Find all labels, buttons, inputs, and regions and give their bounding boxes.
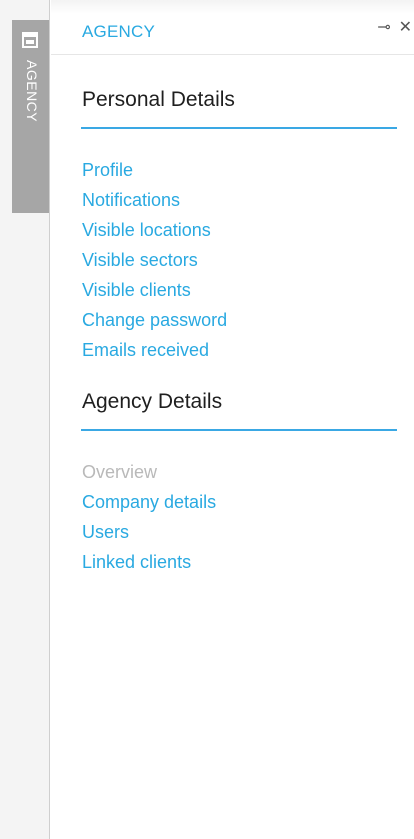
menu-item-users[interactable]: Users: [82, 517, 216, 547]
menu-item-overview: Overview: [82, 462, 158, 482]
menu-item-notifications[interactable]: Notifications: [82, 185, 227, 215]
section-title-agency-details: Agency Details: [82, 390, 223, 413]
panel-icon: [22, 32, 38, 48]
menu-item-linked-clients[interactable]: Linked clients: [82, 547, 216, 577]
menu-item-profile[interactable]: Profile: [82, 155, 227, 185]
side-tab-label: AGENCY: [24, 60, 40, 123]
close-icon[interactable]: ✕: [399, 18, 412, 38]
menu-item-company-details[interactable]: Company details: [82, 487, 216, 517]
panel-title: AGENCY: [82, 22, 155, 41]
side-strip: AGENCY: [0, 0, 50, 839]
personal-details-menu: Profile Notifications Visible locations …: [82, 155, 227, 365]
header-controls: ⊸ ✕: [377, 18, 414, 38]
pin-icon[interactable]: ⊸: [377, 18, 390, 38]
header-divider: [51, 54, 414, 55]
menu-item-visible-locations[interactable]: Visible locations: [82, 215, 227, 245]
section-divider: [81, 429, 397, 431]
section-divider: [81, 127, 397, 129]
menu-item-visible-sectors[interactable]: Visible sectors: [82, 245, 227, 275]
agency-side-tab[interactable]: AGENCY: [12, 20, 49, 213]
agency-details-menu: Overview Company details Users Linked cl…: [82, 457, 216, 577]
menu-item-emails-received[interactable]: Emails received: [82, 335, 227, 365]
menu-item-change-password[interactable]: Change password: [82, 305, 227, 335]
menu-item-visible-clients[interactable]: Visible clients: [82, 275, 227, 305]
section-title-personal-details: Personal Details: [82, 88, 235, 111]
agency-panel: AGENCY AGENCY ⊸ ✕ Personal Details Profi…: [0, 0, 414, 839]
header-bar: [51, 0, 414, 14]
